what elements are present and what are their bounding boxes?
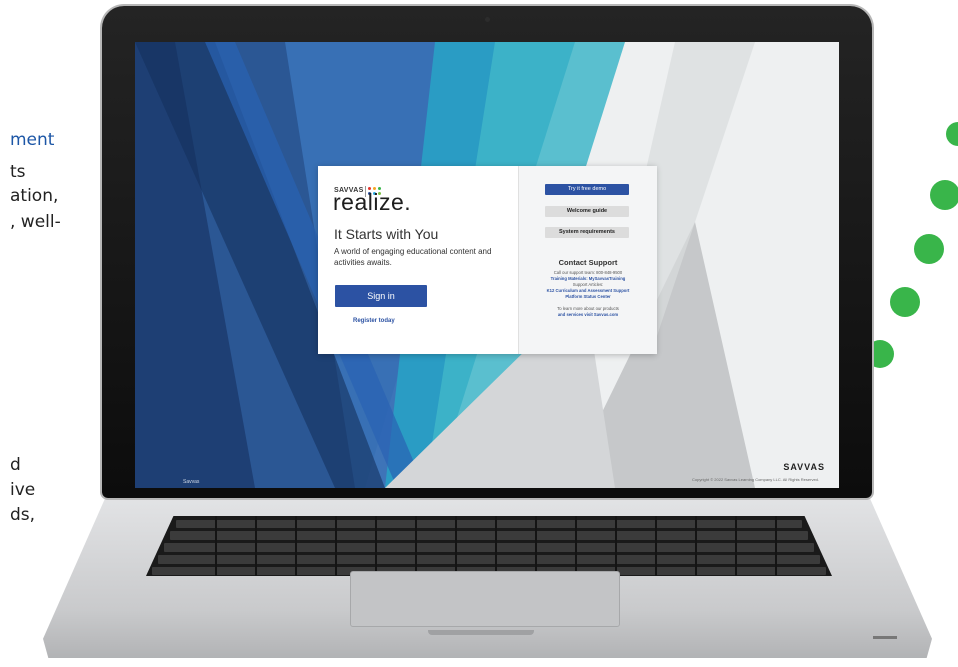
login-panel: SAVVAS realize. It Starts with You A wor… <box>318 166 518 354</box>
green-dot-decoration <box>890 287 920 317</box>
camera-icon <box>485 17 490 22</box>
background-line: ts <box>10 162 26 182</box>
sign-in-button[interactable]: Sign in <box>335 285 427 307</box>
training-materials-link[interactable]: Training Materials: MySavvasTraining <box>519 276 657 281</box>
tagline-subtitle: A world of engaging educational content … <box>334 247 492 267</box>
footer-savvas: Savvas <box>183 479 200 485</box>
welcome-guide-button[interactable]: Welcome guide <box>545 206 629 217</box>
footer-brand-logo: SAVVAS <box>783 462 825 472</box>
footer-copyright: Copyright © 2022 Savvas Learning Company… <box>691 477 819 482</box>
green-dot-decoration <box>930 180 958 210</box>
k12-support-link[interactable]: K12 Curriculum and Assessment Support <box>519 288 657 293</box>
contact-phone: Call our support team: 800-848-9500 <box>553 270 623 275</box>
keyboard-keys <box>152 516 826 576</box>
lid-notch <box>428 630 534 635</box>
register-link[interactable]: Register today <box>353 318 395 324</box>
support-panel: Try it free demo Welcome guide System re… <box>518 166 657 354</box>
background-line: ation, <box>10 186 59 206</box>
login-card: SAVVAS realize. It Starts with You A wor… <box>318 166 657 354</box>
sleep-indicator <box>873 636 897 639</box>
free-demo-button[interactable]: Try it free demo <box>545 184 629 195</box>
green-dot-decoration <box>946 122 958 146</box>
learn-more-text: To learn more about our products <box>557 306 619 311</box>
keyboard <box>146 516 832 576</box>
contact-support-title: Contact Support <box>558 258 618 267</box>
support-articles-label: Support Articles: <box>572 282 604 287</box>
background-heading: ment <box>10 130 55 150</box>
green-dot-decoration <box>914 234 944 264</box>
status-center-link[interactable]: Platform Status Center <box>519 294 657 299</box>
laptop-screen: SAVVAS realize. It Starts with You A wor… <box>135 42 839 488</box>
background-line: ds, <box>10 505 36 525</box>
realize-logo: realize. <box>333 189 412 215</box>
system-requirements-button[interactable]: System requirements <box>545 227 629 238</box>
background-line: d <box>10 455 21 475</box>
tagline: It Starts with You <box>334 226 439 242</box>
savvas-link[interactable]: and services visit Savvas.com <box>519 312 657 317</box>
trackpad <box>350 571 620 627</box>
laptop-lid: SAVVAS realize. It Starts with You A wor… <box>102 6 872 498</box>
background-line: , well- <box>10 212 61 232</box>
background-line: ive <box>10 480 36 500</box>
